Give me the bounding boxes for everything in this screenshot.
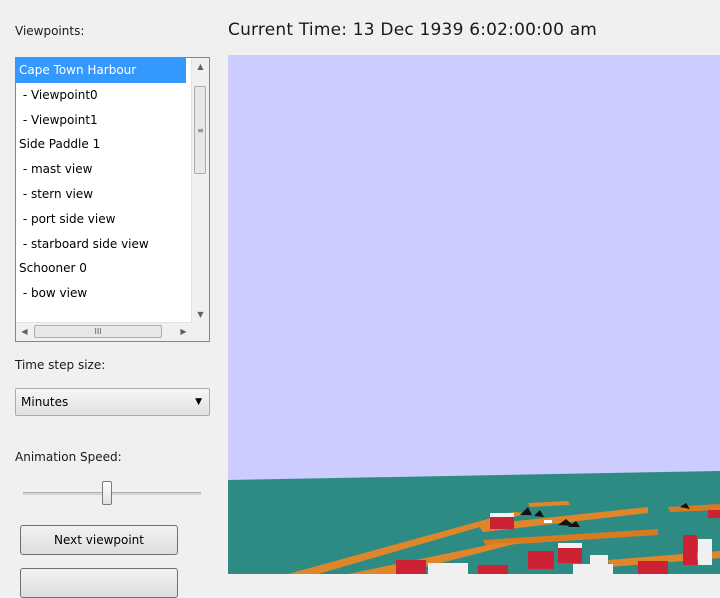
viewpoint-list-item[interactable]: Cape Town Harbour bbox=[16, 58, 186, 83]
animation-speed-label: Animation Speed: bbox=[15, 450, 122, 464]
scroll-up-arrow-icon[interactable]: ▲ bbox=[192, 58, 209, 75]
viewpoints-label: Viewpoints: bbox=[15, 24, 85, 38]
current-time-display: Current Time: 13 Dec 1939 6:02:00:00 am bbox=[228, 20, 598, 40]
viewpoints-listbox[interactable]: Cape Town Harbour - Viewpoint0 - Viewpoi… bbox=[15, 57, 210, 342]
viewpoint-list-item[interactable]: - mast view bbox=[16, 157, 186, 182]
dropdown-arrow-icon[interactable]: ▼ bbox=[195, 389, 202, 415]
viewpoint-list-item[interactable]: - stern view bbox=[16, 182, 186, 207]
scroll-down-arrow-icon[interactable]: ▼ bbox=[192, 306, 209, 323]
viewpoints-list-items: Cape Town Harbour - Viewpoint0 - Viewpoi… bbox=[16, 58, 186, 306]
vertical-scroll-thumb[interactable]: ≡ bbox=[194, 86, 206, 174]
viewpoint-list-item[interactable]: - Viewpoint0 bbox=[16, 83, 186, 108]
harbour-scene bbox=[228, 55, 720, 574]
3d-viewport[interactable] bbox=[228, 55, 720, 574]
vertical-scrollbar[interactable]: ▲ ≡ ▼ bbox=[191, 58, 209, 323]
time-step-value: Minutes bbox=[21, 395, 69, 409]
scrollbar-corner bbox=[192, 323, 209, 341]
viewpoint-list-item[interactable]: - port side view bbox=[16, 207, 186, 232]
next-viewpoint-button[interactable]: Next viewpoint bbox=[20, 525, 178, 555]
scroll-left-arrow-icon[interactable]: ◀ bbox=[16, 323, 33, 340]
viewpoint-list-item[interactable]: Schooner 0 bbox=[16, 256, 186, 281]
viewpoint-list-item[interactable]: - starboard side view bbox=[16, 232, 186, 257]
horizontal-scrollbar[interactable]: ◀ III ▶ bbox=[16, 322, 192, 341]
viewpoint-list-item[interactable]: - Viewpoint1 bbox=[16, 108, 186, 133]
animation-speed-slider-track[interactable] bbox=[23, 492, 201, 495]
scroll-right-arrow-icon[interactable]: ▶ bbox=[175, 323, 192, 340]
viewpoint-list-item[interactable]: - bow view bbox=[16, 281, 186, 306]
viewpoint-list-item[interactable]: Side Paddle 1 bbox=[16, 132, 186, 157]
second-action-button[interactable] bbox=[20, 568, 178, 598]
time-step-select[interactable]: Minutes ▼ bbox=[15, 388, 210, 416]
animation-speed-slider-thumb[interactable] bbox=[101, 481, 112, 505]
horizontal-scroll-thumb[interactable]: III bbox=[34, 325, 162, 338]
time-step-label: Time step size: bbox=[15, 358, 106, 372]
